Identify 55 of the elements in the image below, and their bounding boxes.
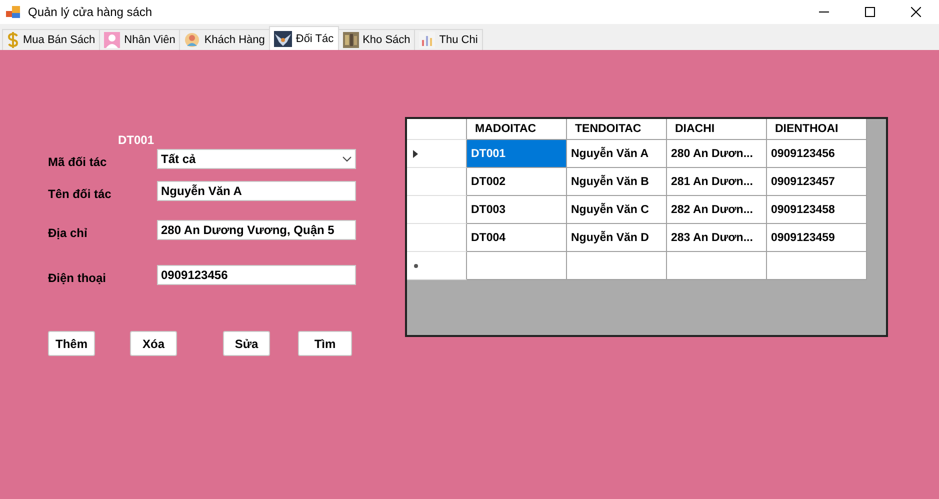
- books-icon: [342, 32, 359, 48]
- table-cell: 0909123459: [767, 224, 867, 252]
- partner-id-label: DT001: [118, 134, 156, 146]
- person-icon: [104, 32, 120, 48]
- row-header[interactable]: [407, 252, 467, 280]
- table-cell: 0909123456: [767, 140, 867, 168]
- table-cell: DT002: [467, 168, 567, 196]
- customer-icon: [184, 32, 200, 48]
- field-label: Mã đối tác: [48, 154, 108, 169]
- table-cell: DT001: [467, 140, 567, 168]
- tab[interactable]: Khách Hàng: [179, 29, 270, 50]
- column-header[interactable]: DIACHI: [667, 119, 767, 140]
- new-row-icon: [413, 262, 419, 268]
- dollar-icon: [7, 32, 19, 48]
- table-cell: Nguyễn Văn C: [567, 196, 667, 224]
- table-cell: 280 An Dươn...: [667, 140, 767, 168]
- table-cell: Nguyễn Văn A: [567, 140, 667, 168]
- table-cell: Nguyễn Văn B: [567, 168, 667, 196]
- row-header[interactable]: [407, 168, 467, 196]
- action-button[interactable]: Tìm: [298, 331, 352, 356]
- field-label: Địa chỉ: [48, 225, 88, 240]
- table-cell: 0909123457: [767, 168, 867, 196]
- input-field[interactable]: 0909123456: [157, 265, 356, 285]
- action-button[interactable]: Xóa: [130, 331, 177, 356]
- action-button[interactable]: Sửa: [223, 331, 270, 356]
- maximize-icon: [865, 7, 875, 17]
- column-header[interactable]: MADOITAC: [467, 119, 567, 140]
- table-cell: DT004: [467, 224, 567, 252]
- window-title: Quản lý cửa hàng sách: [28, 5, 154, 19]
- eagle-icon: [274, 30, 292, 46]
- row-header[interactable]: [407, 196, 467, 224]
- close-icon: [911, 7, 921, 17]
- tab[interactable]: Mua Bán Sách: [2, 29, 100, 50]
- column-header[interactable]: DIENTHOAI: [767, 119, 867, 140]
- input-field[interactable]: Nguyễn Văn A: [157, 180, 356, 200]
- field-label: Tên đối tác: [48, 186, 112, 200]
- tab[interactable]: Đối Tác: [268, 26, 339, 50]
- column-header[interactable]: TENDOITAC: [567, 119, 667, 140]
- field-label: Điện thoại: [48, 270, 108, 285]
- input-field[interactable]: 280 An Dương Vương, Quận 5: [157, 220, 356, 240]
- table-cell: 283 An Dươn...: [667, 224, 767, 252]
- chevron-down-icon: [342, 156, 352, 162]
- table-cell: Nguyễn Văn D: [567, 224, 667, 252]
- tab[interactable]: Thu Chi: [414, 29, 483, 50]
- table-cell: 282 An Dươn...: [667, 196, 767, 224]
- table-cell: DT003: [467, 196, 567, 224]
- dropdown[interactable]: Tất cả: [157, 149, 356, 169]
- table-cell: 281 An Dươn...: [667, 168, 767, 196]
- row-header[interactable]: [407, 140, 467, 168]
- action-button[interactable]: Thêm: [48, 331, 95, 356]
- table-cell: 0909123458: [767, 196, 867, 224]
- app-icon: [6, 6, 20, 18]
- tab[interactable]: Nhân Viên: [99, 29, 180, 50]
- row-header[interactable]: [407, 224, 467, 252]
- tab[interactable]: Kho Sách: [338, 29, 416, 50]
